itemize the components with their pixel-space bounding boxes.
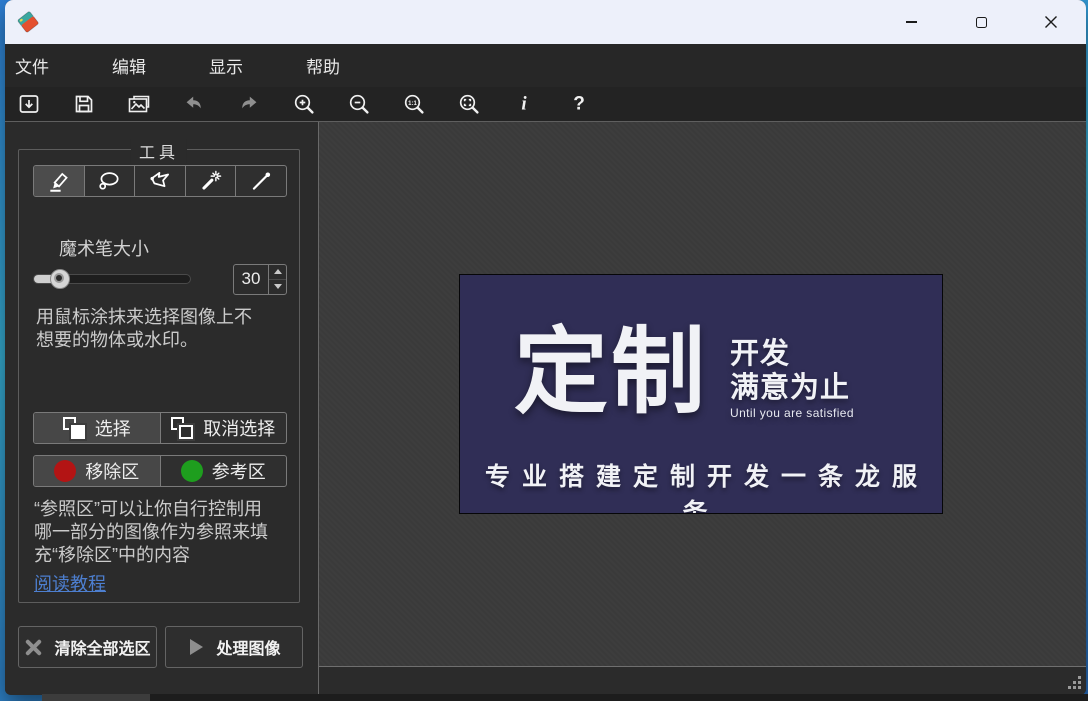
- maximize-icon: [976, 17, 987, 28]
- image-headline-text: 定制: [514, 325, 708, 419]
- image-icon: [127, 92, 151, 116]
- image-line1-text: 开发: [730, 337, 854, 371]
- play-icon: [187, 637, 205, 657]
- tutorial-link[interactable]: 阅读教程: [34, 570, 106, 596]
- select-mode-button[interactable]: 选择: [34, 413, 160, 443]
- reference-hint-text: “参照区”可以让你自行控制用 哪一部分的图像作为参照来填 充“移除区”中的内容: [34, 498, 298, 567]
- image-line3-text: Until you are satisfied: [730, 406, 854, 421]
- help-icon: ?: [567, 92, 591, 116]
- tools-groupbox-title: 工具: [131, 139, 187, 163]
- taskbar-strip: [42, 694, 1088, 701]
- area-mode-toggle: 移除区 参考区: [33, 455, 287, 487]
- menu-view[interactable]: 显示: [208, 50, 244, 81]
- process-label: 处理图像: [216, 635, 280, 659]
- select-icon: [63, 417, 86, 440]
- deselect-mode-button[interactable]: 取消选择: [160, 413, 287, 443]
- tool-line[interactable]: [235, 166, 286, 196]
- lasso-icon: [96, 168, 122, 194]
- open-image-button[interactable]: [14, 90, 44, 118]
- zoom-out-icon: [347, 92, 371, 116]
- brush-size-label: 魔术笔大小: [59, 235, 149, 261]
- app-window: 文件 编辑 显示 帮助: [5, 0, 1086, 695]
- loaded-image[interactable]: 定制 开发 满意为止 Until you are satisfied 专业搭建定…: [459, 274, 943, 514]
- brush-size-slider[interactable]: [33, 263, 191, 295]
- image-canvas[interactable]: 定制 开发 满意为止 Until you are satisfied 专业搭建定…: [319, 122, 1086, 666]
- redo-button[interactable]: [234, 90, 264, 118]
- remove-area-button[interactable]: 移除区: [34, 456, 160, 486]
- spin-up-button[interactable]: [269, 265, 286, 280]
- open-image-icon: [17, 92, 41, 116]
- taskbar-strip-highlight: [42, 694, 150, 701]
- svg-text:i: i: [521, 94, 527, 115]
- menubar: 文件 编辑 显示 帮助: [5, 44, 1086, 87]
- marker-icon: [46, 168, 72, 194]
- clear-x-icon: [24, 638, 43, 657]
- tool-marker[interactable]: [34, 166, 84, 196]
- close-icon: [1044, 15, 1058, 29]
- clear-all-selections-button[interactable]: 清除全部选区: [18, 626, 157, 668]
- up-arrow-icon: [274, 269, 282, 274]
- toolbar: 1:1 i ?: [5, 87, 1086, 122]
- zoom-actual-size-button[interactable]: 1:1: [399, 90, 429, 118]
- statusbar: [319, 666, 1086, 694]
- brush-size-spinbox: 30: [233, 264, 287, 295]
- remove-area-dot-icon: [54, 460, 76, 482]
- reference-area-button[interactable]: 参考区: [160, 456, 287, 486]
- select-label: 选择: [95, 415, 131, 441]
- undo-icon: [182, 92, 206, 116]
- save-image-button[interactable]: [69, 90, 99, 118]
- svg-text:1:1: 1:1: [408, 101, 417, 107]
- process-image-button[interactable]: 处理图像: [165, 626, 303, 668]
- minimize-icon: [906, 21, 917, 23]
- reference-area-label: 参考区: [212, 458, 266, 484]
- redo-icon: [237, 92, 261, 116]
- tools-groupbox: 工具: [18, 149, 300, 603]
- image-subtext-block: 开发 满意为止 Until you are satisfied: [730, 337, 854, 421]
- undo-button[interactable]: [179, 90, 209, 118]
- titlebar[interactable]: [5, 0, 1086, 44]
- magic-wand-icon: [198, 168, 224, 194]
- deselect-label: 取消选择: [203, 415, 275, 441]
- zoom-fit-button[interactable]: [454, 90, 484, 118]
- zoom-out-button[interactable]: [344, 90, 374, 118]
- polygon-lasso-icon: [147, 168, 173, 194]
- menu-edit[interactable]: 编辑: [111, 50, 147, 81]
- tool-polygon-lasso[interactable]: [134, 166, 185, 196]
- image-footer-text: 专业搭建定制开发一条龙服务: [460, 457, 942, 514]
- save-icon: [72, 92, 96, 116]
- select-mode-toggle: 选择 取消选择: [33, 412, 287, 444]
- spin-down-button[interactable]: [269, 280, 286, 294]
- clear-all-label: 清除全部选区: [54, 635, 150, 659]
- tools-sidebar: 工具: [5, 122, 318, 694]
- select-hint-text: 用鼠标涂抹来选择图像上不 想要的物体或水印。: [36, 306, 296, 352]
- deselect-icon: [171, 417, 194, 440]
- zoom-in-button[interactable]: [289, 90, 319, 118]
- show-image-button[interactable]: [124, 90, 154, 118]
- resize-grip[interactable]: [1068, 676, 1082, 690]
- maximize-button[interactable]: [946, 0, 1016, 44]
- remove-area-label: 移除区: [85, 458, 139, 484]
- close-button[interactable]: [1016, 0, 1086, 44]
- svg-text:?: ?: [573, 94, 585, 115]
- tool-magic-wand[interactable]: [185, 166, 236, 196]
- eraser-app-icon: [16, 9, 42, 35]
- info-button[interactable]: i: [509, 90, 539, 118]
- minimize-button[interactable]: [876, 0, 946, 44]
- line-icon: [248, 168, 274, 194]
- help-button[interactable]: ?: [564, 90, 594, 118]
- menu-help[interactable]: 帮助: [305, 50, 341, 81]
- reference-area-dot-icon: [181, 460, 203, 482]
- info-icon: i: [512, 92, 536, 116]
- zoom-1-1-icon: 1:1: [402, 92, 426, 116]
- image-line2-text: 满意为止: [730, 371, 854, 405]
- menu-file[interactable]: 文件: [14, 50, 50, 81]
- zoom-fit-icon: [457, 92, 481, 116]
- brush-size-value[interactable]: 30: [234, 265, 268, 294]
- tool-lasso[interactable]: [84, 166, 135, 196]
- tool-selector: [33, 165, 287, 197]
- down-arrow-icon: [274, 284, 282, 289]
- slider-handle[interactable]: [50, 269, 70, 289]
- zoom-in-icon: [292, 92, 316, 116]
